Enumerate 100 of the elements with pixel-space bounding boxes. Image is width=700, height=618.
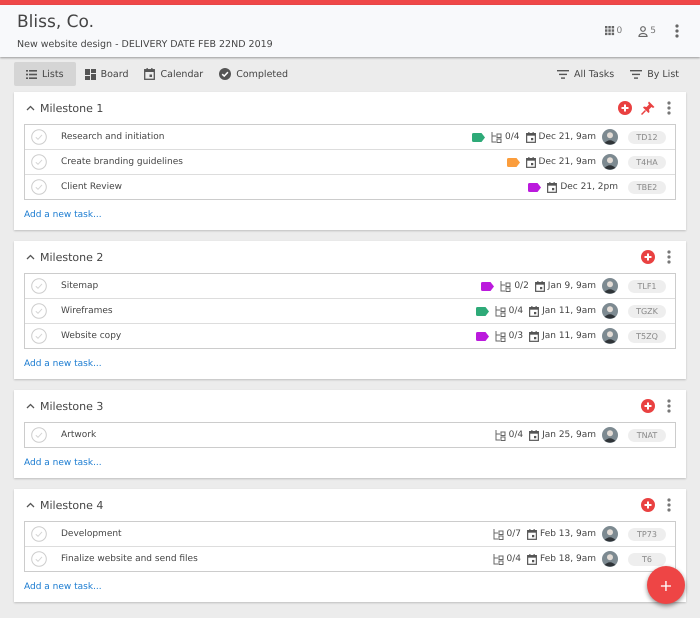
grid-icon bbox=[604, 26, 615, 36]
task-row[interactable]: Wireframes 0/4 Jan 11, 9am TGZK bbox=[25, 298, 675, 323]
view-tab[interactable]: Calendar bbox=[137, 62, 210, 86]
add-task-link[interactable]: Add a new task... bbox=[24, 210, 102, 220]
due-date: Jan 11, 9am bbox=[542, 331, 596, 341]
grid-count-button[interactable]: 0 bbox=[604, 26, 622, 36]
task-code: T4HA bbox=[628, 156, 666, 168]
chevron-up-icon bbox=[26, 502, 35, 508]
task-code: TP73 bbox=[628, 528, 666, 540]
due-date: Dec 21, 9am bbox=[538, 132, 596, 142]
calendar-icon bbox=[529, 330, 540, 342]
calendar-icon bbox=[526, 156, 536, 168]
task-name: Finalize website and send files bbox=[61, 554, 199, 564]
task-row[interactable]: Research and initiation 0/4 Dec 21, 9am TD12 bbox=[25, 125, 675, 149]
task-row[interactable]: Artwork 0/4 Jan 25, 9am TNAT bbox=[25, 423, 675, 447]
add-task-icon[interactable] bbox=[618, 101, 632, 115]
task-name: Sitemap bbox=[61, 281, 100, 291]
chevron-up-icon bbox=[26, 403, 35, 409]
task-row[interactable]: Create branding guidelines Dec 21, 9am T4HA bbox=[25, 149, 675, 174]
task-name: Create branding guidelines bbox=[61, 157, 184, 167]
subtasks-icon bbox=[494, 306, 506, 316]
complete-checkbox[interactable] bbox=[31, 129, 47, 145]
task-row[interactable]: Client Review Dec 21, 2pm TBE2 bbox=[25, 174, 675, 199]
subtasks-icon bbox=[492, 528, 504, 540]
subtask-text: 0/4 bbox=[505, 132, 520, 142]
chevron-up-icon bbox=[26, 105, 35, 111]
complete-checkbox[interactable] bbox=[31, 278, 47, 294]
task-row[interactable]: Development 0/7 Feb 13, 9am TP73 bbox=[25, 522, 675, 546]
subtasks-icon bbox=[500, 280, 512, 292]
filter-button[interactable]: All Tasks bbox=[550, 62, 622, 86]
filter-icon bbox=[630, 70, 642, 78]
due-date: Dec 21, 9am bbox=[538, 157, 596, 167]
due-date: Feb 13, 9am bbox=[540, 529, 596, 539]
task-code: TGZK bbox=[628, 304, 666, 318]
board-icon bbox=[84, 68, 96, 80]
add-task-icon[interactable] bbox=[641, 399, 655, 413]
milestone-toggle[interactable]: Milestone 1 bbox=[24, 102, 104, 114]
complete-checkbox[interactable] bbox=[31, 328, 47, 344]
subtask-text: 0/3 bbox=[508, 331, 524, 341]
milestone-toggle[interactable]: Milestone 2 bbox=[24, 250, 104, 264]
due-date: Feb 18, 9am bbox=[540, 554, 596, 564]
task-row[interactable]: Finalize website and send files 0/4 Feb 18, 9am T6 bbox=[25, 546, 675, 571]
filter-icon bbox=[556, 70, 569, 78]
subtask-text: 0/4 bbox=[506, 554, 522, 564]
project-subtitle: New website design - DELIVERY DATE FEB 22ND 2019 bbox=[17, 39, 273, 50]
task-code: T6 bbox=[628, 552, 666, 566]
calendar-icon bbox=[527, 528, 538, 540]
chevron-up-icon bbox=[26, 254, 35, 260]
add-task-link[interactable]: Add a new task... bbox=[24, 359, 102, 369]
due-date: Jan 9, 9am bbox=[548, 281, 596, 291]
subtask-text: 0/4 bbox=[508, 430, 524, 440]
complete-checkbox[interactable] bbox=[31, 427, 47, 443]
person-icon bbox=[638, 26, 648, 36]
view-tab[interactable]: Board bbox=[78, 62, 136, 86]
add-task-link[interactable]: Add a new task... bbox=[24, 458, 102, 468]
members-button[interactable]: 5 bbox=[638, 26, 656, 36]
calendar-icon bbox=[534, 280, 545, 292]
complete-checkbox[interactable] bbox=[31, 179, 47, 195]
calendar-icon bbox=[526, 132, 536, 142]
complete-checkbox[interactable] bbox=[31, 154, 47, 170]
list-icon bbox=[26, 70, 37, 78]
complete-checkbox[interactable] bbox=[31, 526, 47, 542]
view-tab[interactable]: Completed bbox=[212, 62, 296, 86]
calendar-icon bbox=[529, 430, 540, 440]
subtasks-icon bbox=[494, 430, 506, 440]
task-name: Client Review bbox=[61, 182, 124, 192]
calendar-icon bbox=[547, 182, 558, 192]
filter-button[interactable]: By List bbox=[623, 62, 686, 86]
calendar-icon bbox=[529, 306, 540, 316]
due-date: Dec 21, 2pm bbox=[560, 182, 618, 192]
milestone-toggle[interactable]: Milestone 4 bbox=[24, 498, 104, 512]
task-code: T5ZQ bbox=[628, 330, 666, 342]
check-circle-icon bbox=[219, 68, 232, 80]
view-tab[interactable]: Lists bbox=[14, 62, 76, 86]
pin-icon[interactable] bbox=[641, 101, 655, 115]
add-task-link[interactable]: Add a new task... bbox=[24, 582, 102, 592]
calendar-icon bbox=[144, 68, 156, 80]
add-task-icon[interactable] bbox=[641, 498, 655, 512]
task-row[interactable]: Website copy 0/3 Jan 11, 9am T5ZQ bbox=[25, 323, 675, 348]
complete-checkbox[interactable] bbox=[31, 551, 47, 567]
task-code: TBE2 bbox=[628, 180, 666, 194]
milestone-toggle[interactable]: Milestone 3 bbox=[24, 400, 104, 412]
subtask-text: 0/2 bbox=[514, 281, 529, 291]
add-task-icon[interactable] bbox=[641, 250, 655, 264]
task-name: Wireframes bbox=[61, 306, 114, 316]
task-code: TNAT bbox=[628, 428, 666, 442]
subtask-text: 0/7 bbox=[506, 529, 522, 539]
subtasks-icon bbox=[492, 554, 504, 564]
subtask-text: 0/4 bbox=[508, 306, 524, 316]
task-row[interactable]: Sitemap 0/2 Jan 9, 9am TLF1 bbox=[25, 274, 675, 298]
complete-checkbox[interactable] bbox=[31, 303, 47, 319]
task-code: TLF1 bbox=[628, 280, 666, 292]
due-date: Jan 25, 9am bbox=[542, 430, 596, 440]
subtasks-icon bbox=[494, 330, 506, 342]
task-name: Artwork bbox=[61, 430, 98, 440]
task-name: Website copy bbox=[61, 331, 122, 341]
task-name: Research and initiation bbox=[61, 132, 166, 142]
project-title: Bliss, Co. bbox=[17, 12, 96, 32]
calendar-icon bbox=[527, 554, 538, 564]
due-date: Jan 11, 9am bbox=[542, 306, 596, 316]
